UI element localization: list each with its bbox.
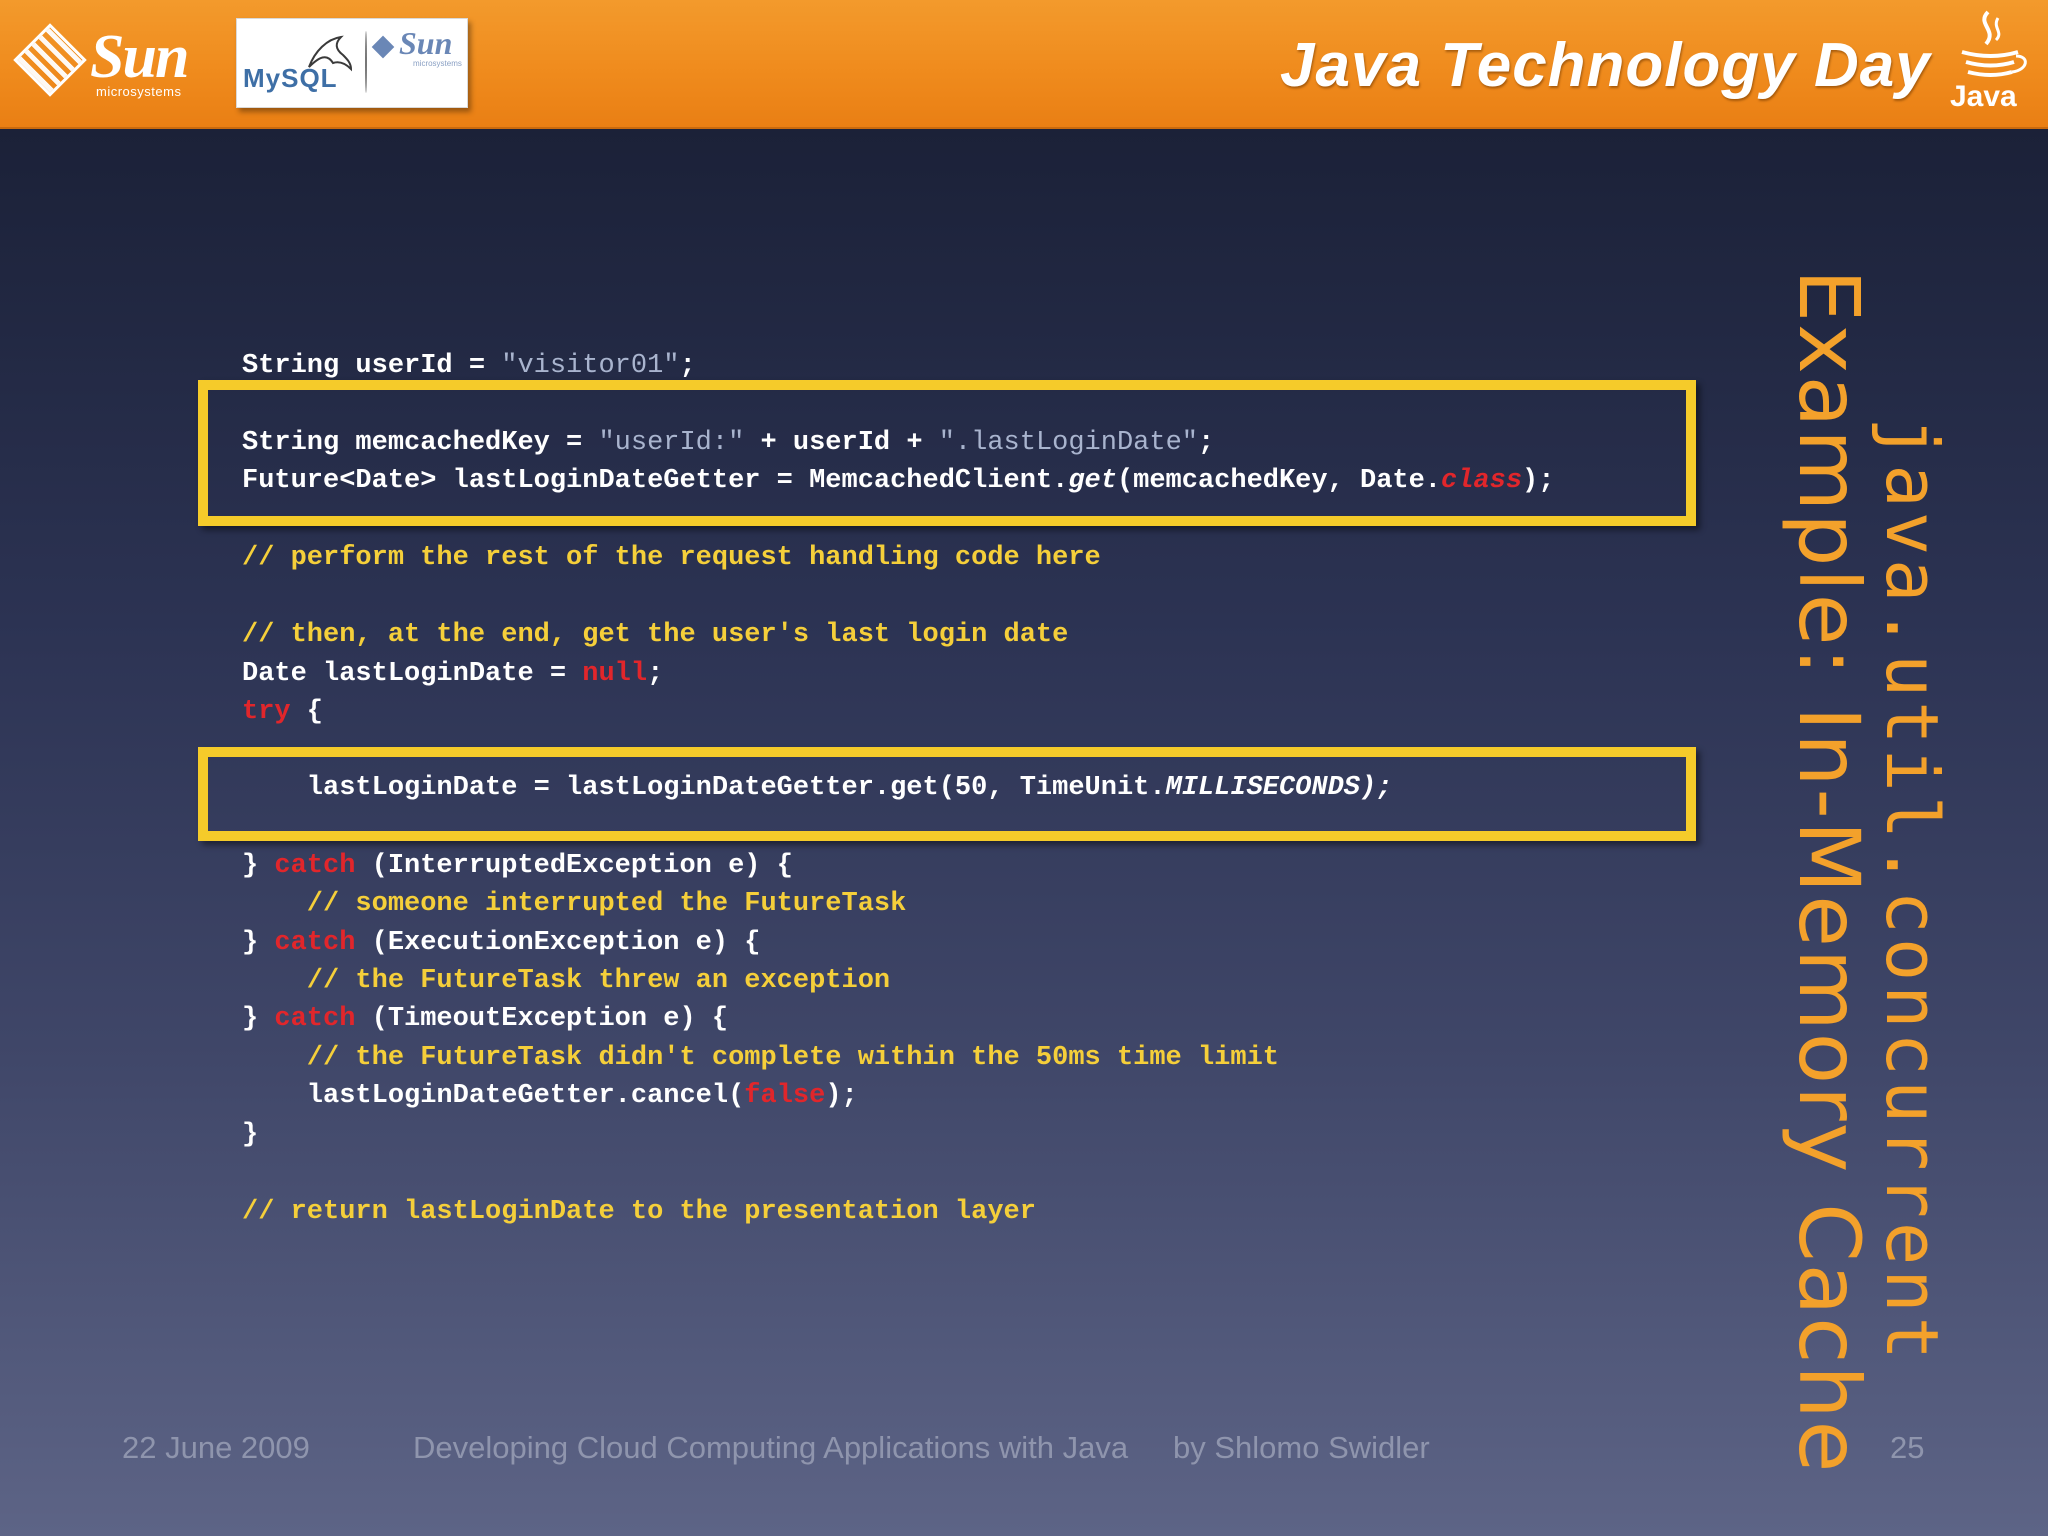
mysql-sun-logo: MySQL Sun microsystems bbox=[236, 18, 468, 108]
code-line-close-brace: } bbox=[242, 1120, 259, 1150]
code-comment-perform: // perform the rest of the request handl… bbox=[242, 543, 1101, 573]
code-block: String userId = "visitor01"; String memc… bbox=[242, 129, 1554, 1227]
footer-talk-title: Developing Cloud Computing Applications … bbox=[413, 1430, 1129, 1465]
sun-diamond-icon bbox=[13, 23, 87, 97]
code-line-catch-timeout: } catch (TimeoutException e) { bbox=[242, 1004, 729, 1034]
partner-separator bbox=[365, 31, 367, 93]
code-line-3: Future<Date> lastLoginDateGetter = Memca… bbox=[242, 466, 1555, 496]
slide-title: Example: In-Memory Cache bbox=[1780, 269, 1878, 1475]
code-line-try: try { bbox=[242, 697, 324, 727]
code-line-1: String userId = "visitor01"; bbox=[242, 351, 696, 381]
code-comment-return: // return lastLoginDate to the presentat… bbox=[242, 1197, 1036, 1227]
sun-logo-text: Sun bbox=[90, 23, 189, 91]
code-comment-interrupted: // someone interrupted the FutureTask bbox=[242, 889, 907, 919]
code-line-catch-interrupted: } catch (InterruptedException e) { bbox=[242, 851, 793, 881]
sun-logo-subtext: microsystems bbox=[96, 84, 182, 99]
sun-microsystems-logo: Sun microsystems bbox=[13, 23, 212, 106]
sun-small-diamond-icon bbox=[371, 35, 395, 58]
slide-body: String userId = "visitor01"; String memc… bbox=[0, 129, 2048, 1536]
code-line-get-timeout: lastLoginDate = lastLoginDateGetter.get(… bbox=[242, 773, 1393, 803]
event-title: Java Technology Day bbox=[1280, 31, 1931, 100]
footer-author: by Shlomo Swidler bbox=[1173, 1430, 1430, 1465]
slide-subtitle: java.util.concurrent bbox=[1870, 417, 1954, 1364]
sun-small-logo-text: Sun bbox=[399, 25, 453, 61]
header-bar: Sun microsystems MySQL Sun microsystems … bbox=[0, 0, 2048, 129]
code-line-cancel: lastLoginDateGetter.cancel(false); bbox=[242, 1081, 858, 1111]
code-comment-timelimit: // the FutureTask didn't complete within… bbox=[242, 1043, 1279, 1073]
code-line-2: String memcachedKey = "userId:" + userId… bbox=[242, 428, 1215, 458]
code-line-catch-execution: } catch (ExecutionException e) { bbox=[242, 928, 761, 958]
footer-date: 22 June 2009 bbox=[122, 1430, 310, 1465]
code-comment-exception: // the FutureTask threw an exception bbox=[242, 966, 891, 996]
code-comment-then: // then, at the end, get the user's last… bbox=[242, 620, 1069, 650]
sun-small-logo: Sun bbox=[371, 25, 453, 62]
code-line-date: Date lastLoginDate = null; bbox=[242, 659, 664, 689]
sun-small-subtext: microsystems bbox=[413, 59, 462, 68]
java-logo-text: Java bbox=[1950, 80, 2017, 113]
dolphin-icon bbox=[308, 35, 353, 72]
footer-page-number: 25 bbox=[1890, 1430, 1925, 1465]
